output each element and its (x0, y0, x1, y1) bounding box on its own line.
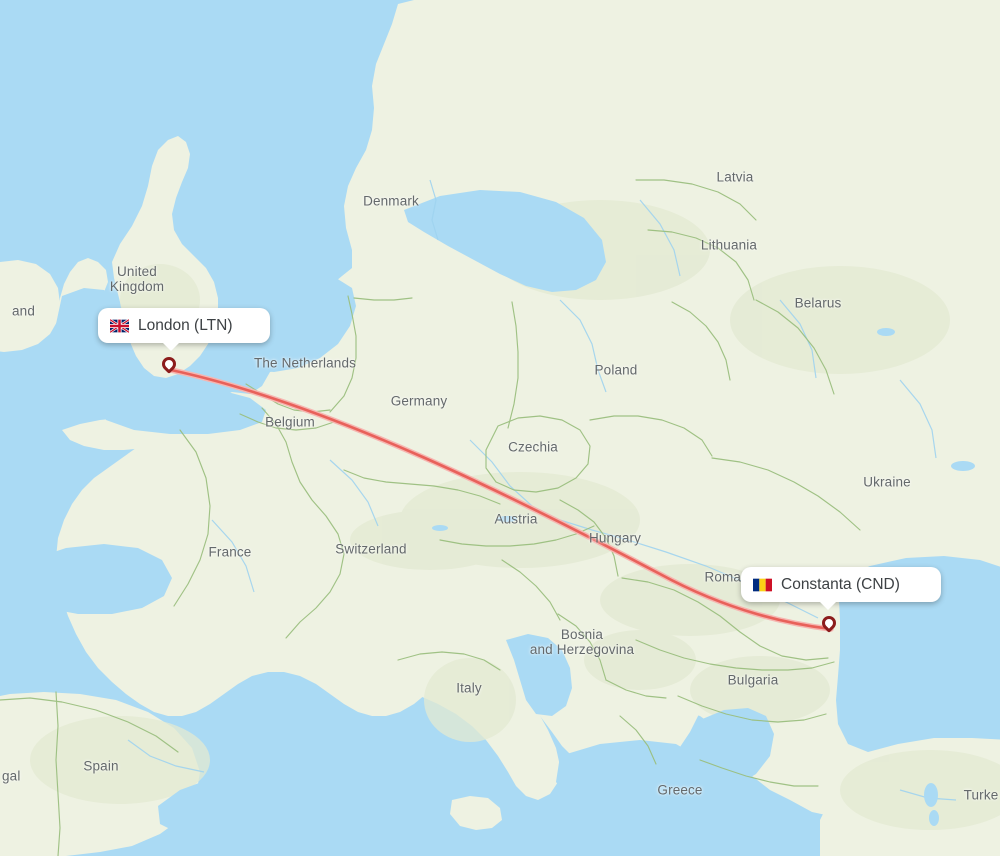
origin-tooltip-tail (162, 342, 180, 351)
flag-ro-icon (753, 578, 772, 591)
flag-gb-icon (110, 318, 129, 333)
origin-tooltip[interactable]: London (LTN) (98, 308, 270, 351)
origin-label: London (LTN) (138, 317, 233, 334)
flight-route-map[interactable]: and United Kingdom Denmark Latvia Lithuania B… (0, 0, 1000, 856)
map-canvas (0, 0, 1000, 856)
destination-tooltip-tail (819, 601, 837, 610)
destination-tooltip[interactable]: Constanta (CND) (741, 567, 941, 610)
destination-label: Constanta (CND) (781, 576, 900, 593)
